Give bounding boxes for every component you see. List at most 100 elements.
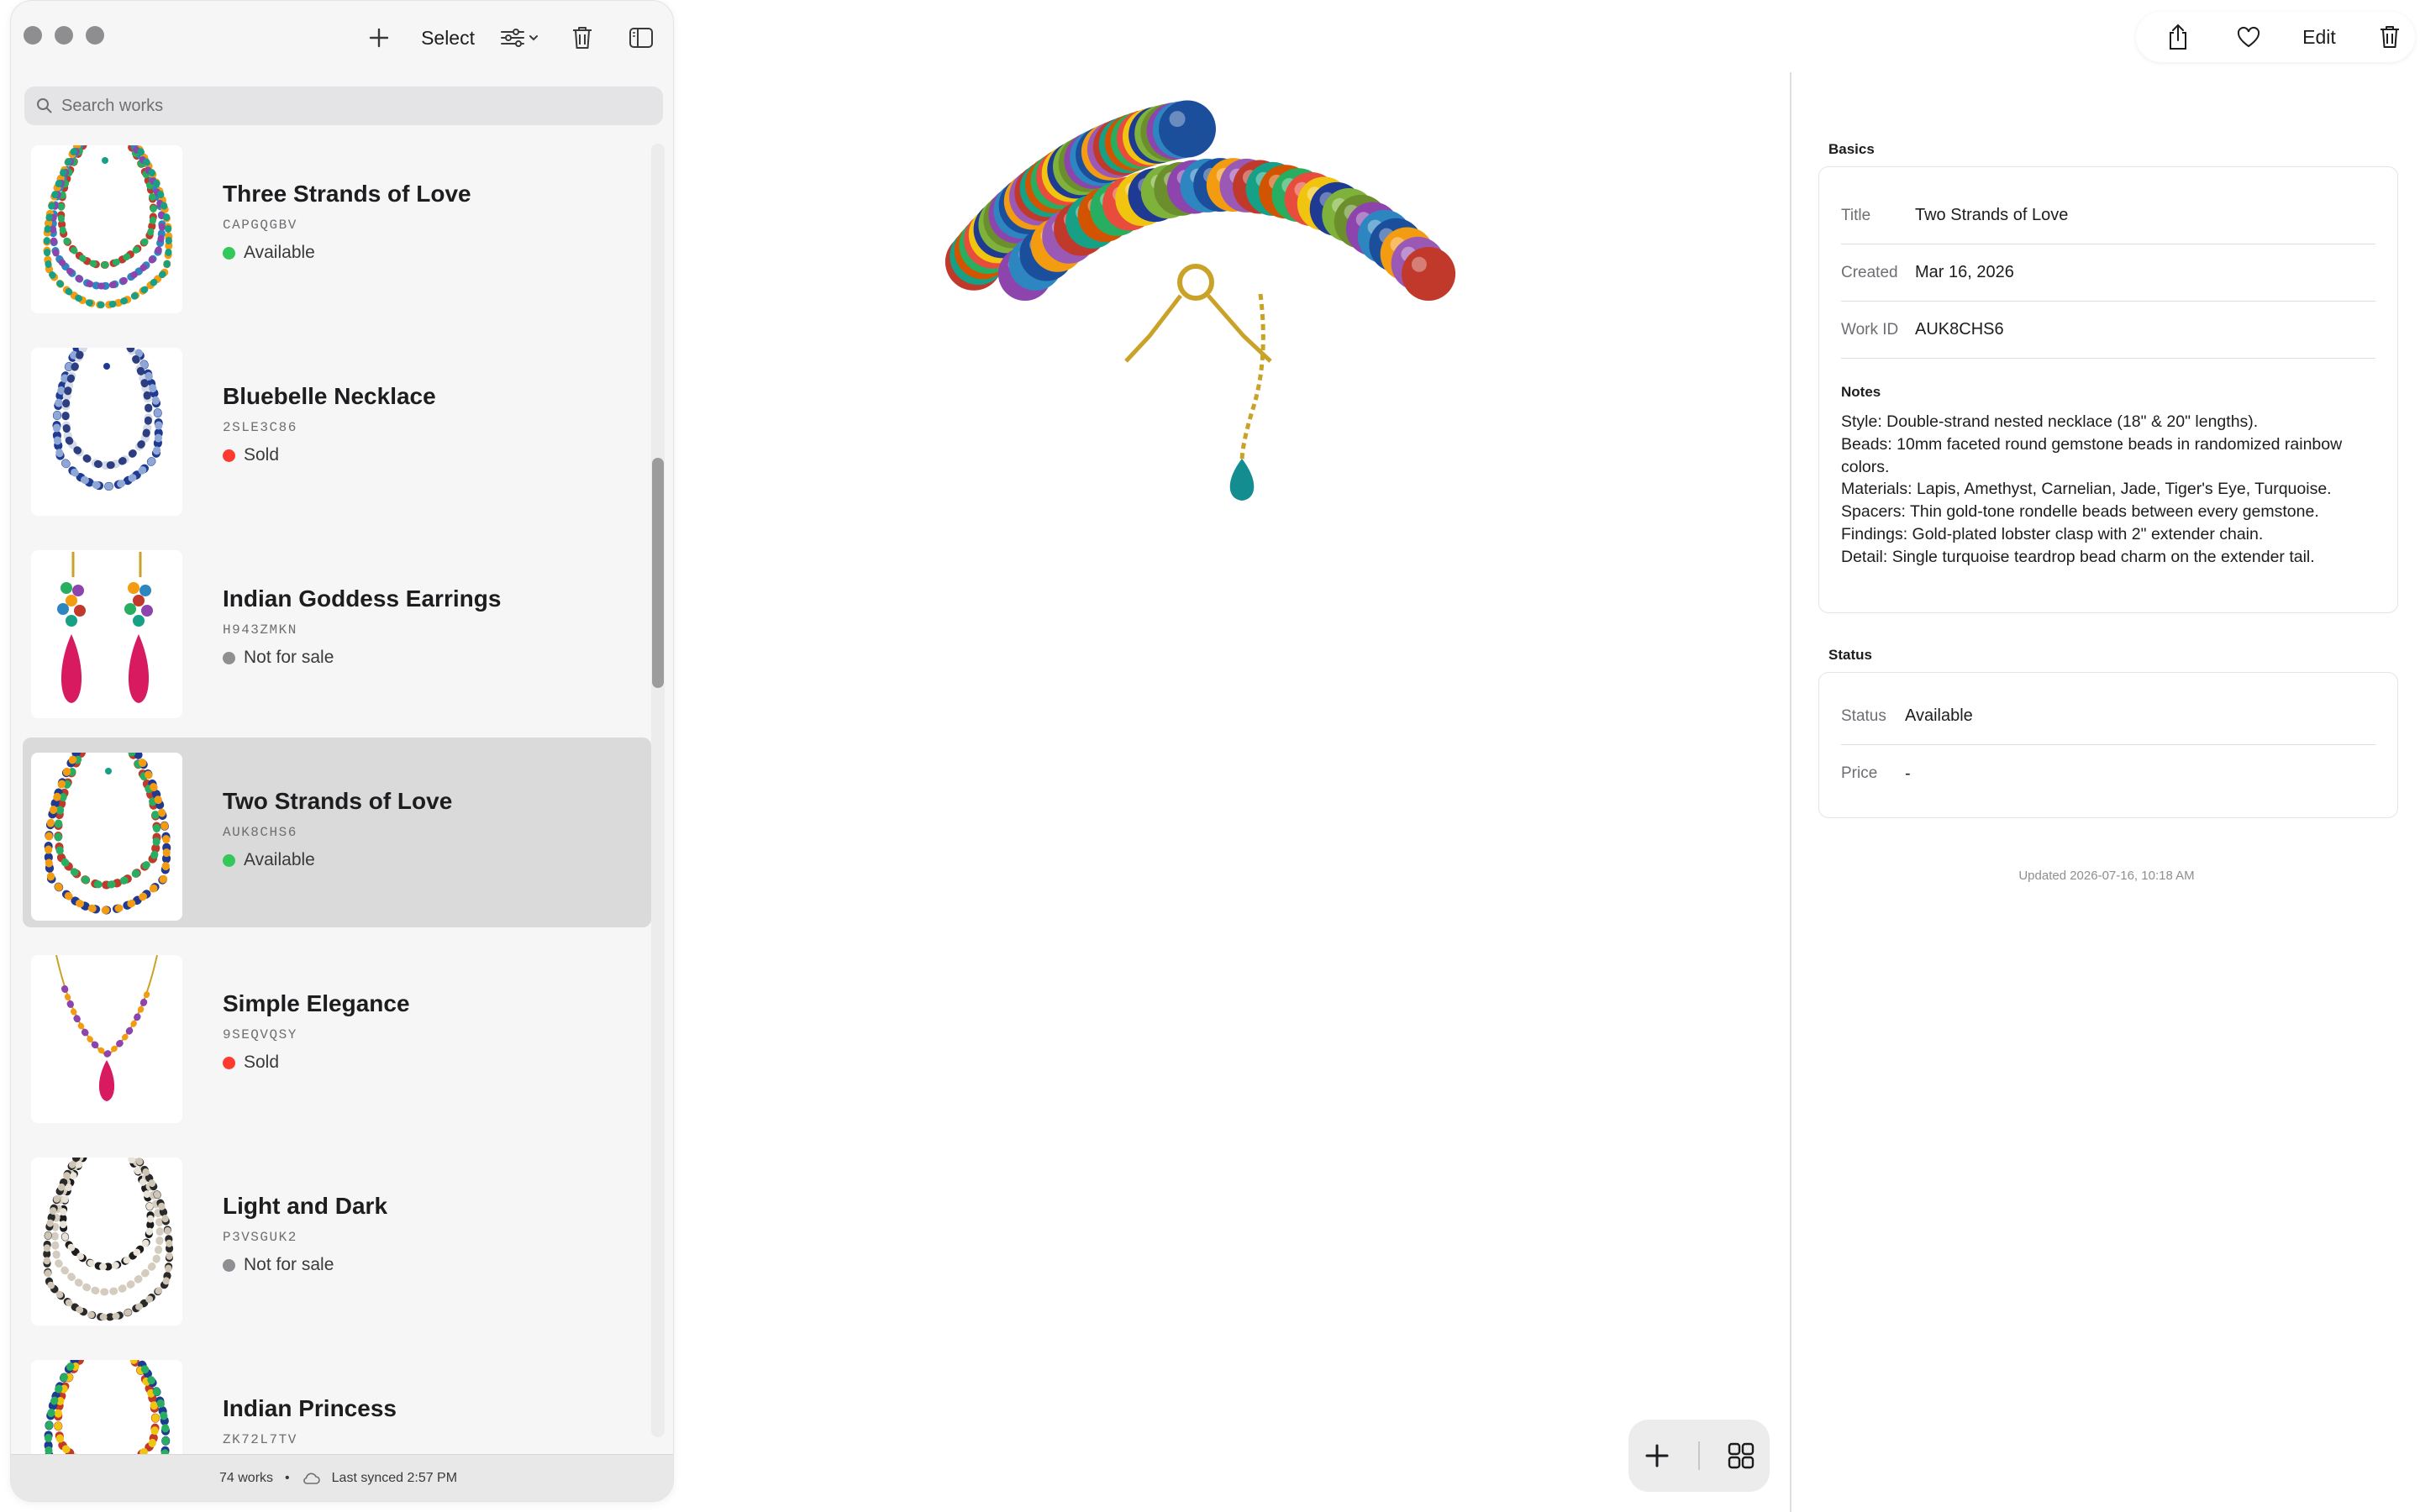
field-label: Work ID <box>1841 320 1899 339</box>
notes-line: Beads: 10mm faceted round gemstone beads… <box>1841 434 2343 476</box>
work-id-field[interactable]: Work ID AUK8CHS6 <box>1841 302 2375 359</box>
item-title: Three Strands of Love <box>223 181 471 207</box>
status-dot <box>223 1258 235 1272</box>
field-value: Available <box>1905 706 1973 725</box>
sidebar-toolbar: Select <box>362 14 658 61</box>
item-title: Simple Elegance <box>223 990 410 1016</box>
edit-button[interactable]: Edit <box>2302 18 2336 55</box>
item-id: 2SLE3C86 <box>223 420 297 435</box>
field-label: Status <box>1841 706 1886 725</box>
artwork-image <box>807 84 1731 1235</box>
share-button[interactable] <box>2161 18 2195 55</box>
add-image-button[interactable] <box>1640 1437 1674 1474</box>
list-item[interactable]: Indian Princess ZK72L7TV <box>23 1345 651 1456</box>
status-dot <box>223 853 235 867</box>
minimize-window-button[interactable] <box>55 26 73 45</box>
item-id: AUK8CHS6 <box>223 825 297 840</box>
item-id: H943ZMKN <box>223 622 297 638</box>
status-dot <box>223 1056 235 1069</box>
sidebar: Select Search works Three Strands of Lov… <box>10 0 674 1502</box>
list-scrollbar[interactable] <box>651 144 665 1437</box>
title-field[interactable]: Title Two Strands of Love <box>1841 187 2375 244</box>
section-status-header: Status <box>1828 647 1872 663</box>
necklace-thumbnail <box>31 348 182 516</box>
zoom-window-button[interactable] <box>86 26 104 45</box>
status-text: Available <box>244 850 315 869</box>
field-value: Mar 16, 2026 <box>1915 263 2014 281</box>
scrollbar-thumb[interactable] <box>652 458 664 688</box>
select-button[interactable]: Select <box>421 19 475 56</box>
trash-icon <box>573 27 592 49</box>
notes-line: Detail: Single turquoise teardrop bead c… <box>1841 547 2315 566</box>
item-title: Bluebelle Necklace <box>223 383 436 409</box>
divider <box>1697 1441 1700 1470</box>
status-badge: Not for sale <box>223 1255 334 1275</box>
necklace-photo <box>944 100 1456 501</box>
close-window-button[interactable] <box>24 26 42 45</box>
price-field[interactable]: Price - <box>1841 745 2375 802</box>
favorite-button[interactable] <box>2232 18 2265 55</box>
notes-line: Materials: Lapis, Amethyst, Carnelian, J… <box>1841 480 2332 499</box>
notes-header: Notes <box>1841 384 1881 400</box>
status-field[interactable]: Status Available <box>1841 688 2375 745</box>
delete-button[interactable] <box>566 19 599 56</box>
cloud-icon <box>302 1473 320 1484</box>
status-badge: Available <box>223 850 315 870</box>
item-id: 9SEQVQSY <box>223 1027 297 1042</box>
bead <box>1402 247 1456 301</box>
works-count: 74 works <box>219 1470 274 1485</box>
add-work-button[interactable] <box>362 19 396 56</box>
field-label: Price <box>1841 764 1878 782</box>
toggle-sidebar-button[interactable] <box>624 19 658 56</box>
delete-work-button[interactable] <box>2373 18 2407 55</box>
field-value: Two Strands of Love <box>1915 206 2069 224</box>
status-dot <box>223 449 235 462</box>
grid-view-button[interactable] <box>1724 1437 1758 1474</box>
bead-highlight <box>1169 111 1186 128</box>
filter-menu-button[interactable] <box>500 19 540 56</box>
inspector-panel: Basics Title Two Strands of Love Created… <box>1790 72 2420 1512</box>
status-badge: Available <box>223 243 315 263</box>
item-id: CAPGQGBV <box>223 218 297 233</box>
works-list: Three Strands of Love CAPGQGBV Available <box>23 135 651 1456</box>
necklace-thumbnail <box>31 1158 182 1326</box>
status-badge: Sold <box>223 445 279 465</box>
list-item[interactable]: Indian Goddess Earrings H943ZMKN Not for… <box>23 535 651 725</box>
item-id: ZK72L7TV <box>223 1432 297 1447</box>
necklace-thumbnail <box>31 1360 182 1456</box>
search-icon <box>37 98 52 113</box>
list-item[interactable]: Light and Dark P3VSGUK2 Not for sale <box>23 1142 651 1332</box>
list-item[interactable]: Bluebelle Necklace 2SLE3C86 Sold <box>23 333 651 522</box>
status-card: Status Available Price - <box>1818 672 2398 818</box>
notes-line: Findings: Gold-plated lobster clasp with… <box>1841 524 2264 543</box>
earrings-thumbnail <box>31 550 182 718</box>
search-bar <box>24 87 663 125</box>
list-item-selected[interactable]: Two Strands of Love AUK8CHS6 Available <box>23 738 651 927</box>
basics-card: Title Two Strands of Love Created Mar 16… <box>1818 166 2398 613</box>
status-text: Not for sale <box>244 1255 334 1274</box>
detail-toolbar: Edit <box>2136 12 2415 62</box>
field-value: - <box>1905 764 1911 783</box>
footer-separator: • <box>285 1470 290 1485</box>
list-item[interactable]: Simple Elegance 9SEQVQSY Sold <box>23 940 651 1130</box>
status-text: Not for sale <box>244 648 334 667</box>
list-item[interactable]: Three Strands of Love CAPGQGBV Available <box>23 135 651 320</box>
item-title: Light and Dark <box>223 1193 388 1219</box>
item-title: Two Strands of Love <box>223 788 453 814</box>
sync-status: Last synced 2:57 PM <box>331 1470 458 1485</box>
notes-text[interactable]: Style: Double-strand nested necklace (18… <box>1841 411 2370 569</box>
search-input[interactable] <box>61 96 633 116</box>
image-tools <box>1628 1420 1770 1492</box>
field-value: AUK8CHS6 <box>1915 320 2004 339</box>
plus-icon <box>369 28 389 48</box>
sidebar-icon <box>629 28 653 48</box>
heart-icon <box>2237 26 2260 48</box>
status-dot <box>223 246 235 260</box>
notes-line: Style: Double-strand nested necklace (18… <box>1841 412 2259 431</box>
share-icon <box>2170 24 2186 50</box>
necklace-thumbnail <box>31 753 182 921</box>
necklace-thumbnail <box>31 955 182 1123</box>
plus-icon <box>1645 1444 1669 1467</box>
created-field[interactable]: Created Mar 16, 2026 <box>1841 244 2375 302</box>
item-title: Indian Goddess Earrings <box>223 585 502 612</box>
